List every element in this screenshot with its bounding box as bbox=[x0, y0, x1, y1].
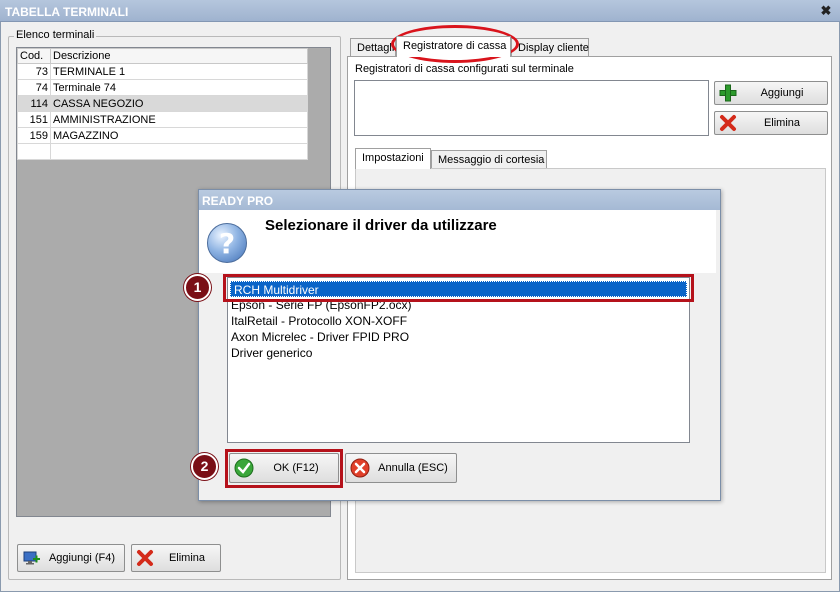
delete-terminal-button[interactable]: Elimina bbox=[131, 544, 221, 572]
terminals-table: Cod. Descrizione 73 TERMINALE 1 74 Termi… bbox=[17, 48, 308, 160]
registers-list[interactable] bbox=[354, 80, 709, 136]
delete-icon bbox=[719, 114, 737, 132]
delete-register-label: Elimina bbox=[763, 117, 801, 129]
table-row[interactable]: 73 TERMINALE 1 bbox=[17, 63, 308, 80]
monitor-add-icon bbox=[22, 549, 40, 567]
dialog-question: Selezionare il driver da utilizzare bbox=[265, 217, 497, 234]
delete-icon bbox=[136, 549, 154, 567]
step-badge-2: 2 bbox=[191, 453, 218, 480]
cell-description: Terminale 74 bbox=[50, 79, 308, 96]
table-row[interactable]: 159 MAGAZZINO bbox=[17, 127, 308, 144]
window-title-bar: TABELLA TERMINALI ✖ bbox=[0, 0, 840, 22]
column-header-code[interactable]: Cod. bbox=[17, 48, 51, 64]
terminals-group-legend: Elenco terminali bbox=[14, 29, 97, 41]
table-row-new[interactable] bbox=[17, 143, 308, 160]
column-header-description[interactable]: Descrizione bbox=[50, 48, 308, 64]
driver-item[interactable]: Driver generico bbox=[228, 345, 689, 361]
add-terminal-label: Aggiungi (F4) bbox=[48, 552, 116, 564]
tab-dettagli[interactable]: Dettagli bbox=[350, 38, 396, 57]
plus-icon bbox=[719, 84, 737, 102]
driver-item[interactable]: Axon Micrelec - Driver FPID PRO bbox=[228, 329, 689, 345]
tab-display-cliente[interactable]: Display cliente bbox=[511, 38, 589, 57]
table-row[interactable]: 74 Terminale 74 bbox=[17, 79, 308, 96]
cell-description bbox=[50, 143, 308, 160]
delete-register-button[interactable]: Elimina bbox=[714, 111, 828, 135]
cell-code: 114 bbox=[17, 95, 51, 112]
cell-description: TERMINALE 1 bbox=[50, 63, 308, 80]
cell-description: CASSA NEGOZIO bbox=[50, 95, 308, 112]
add-register-label: Aggiungi bbox=[760, 87, 804, 99]
cell-description: AMMINISTRAZIONE bbox=[50, 111, 308, 128]
cell-code: 159 bbox=[17, 127, 51, 144]
main-tabs: Dettagli Registratore di cassa Display c… bbox=[350, 36, 589, 57]
cell-code: 74 bbox=[17, 79, 51, 96]
table-row[interactable]: 151 AMMINISTRAZIONE bbox=[17, 111, 308, 128]
cell-description: MAGAZZINO bbox=[50, 127, 308, 144]
dialog-title: READY PRO bbox=[199, 190, 720, 210]
tab-registratore-di-cassa[interactable]: Registratore di cassa bbox=[396, 36, 511, 57]
add-register-button[interactable]: Aggiungi bbox=[714, 81, 828, 105]
add-terminal-button[interactable]: Aggiungi (F4) bbox=[17, 544, 125, 572]
cell-code: 73 bbox=[17, 63, 51, 80]
highlight-box-driver bbox=[223, 274, 694, 302]
close-icon[interactable]: ✖ bbox=[818, 3, 834, 19]
cancel-button[interactable]: Annulla (ESC) bbox=[345, 453, 457, 483]
registers-label: Registratori di cassa configurati sul te… bbox=[355, 63, 574, 75]
delete-terminal-label: Elimina bbox=[168, 552, 206, 564]
cell-code: 151 bbox=[17, 111, 51, 128]
table-row-selected[interactable]: 114 CASSA NEGOZIO bbox=[17, 95, 308, 112]
sub-tabs: Impostazioni Messaggio di cortesia bbox=[355, 148, 547, 169]
window-title: TABELLA TERMINALI bbox=[5, 5, 129, 19]
tab-impostazioni[interactable]: Impostazioni bbox=[355, 148, 431, 169]
highlight-box-ok bbox=[225, 449, 343, 488]
question-icon: ? bbox=[207, 223, 247, 263]
step-badge-1: 1 bbox=[184, 274, 211, 301]
cell-code bbox=[17, 143, 51, 160]
tab-messaggio-di-cortesia[interactable]: Messaggio di cortesia bbox=[431, 150, 547, 169]
cancel-label: Annulla (ESC) bbox=[378, 462, 448, 474]
driver-item[interactable]: ItalRetail - Protocollo XON-XOFF bbox=[228, 313, 689, 329]
cancel-icon bbox=[350, 458, 370, 478]
